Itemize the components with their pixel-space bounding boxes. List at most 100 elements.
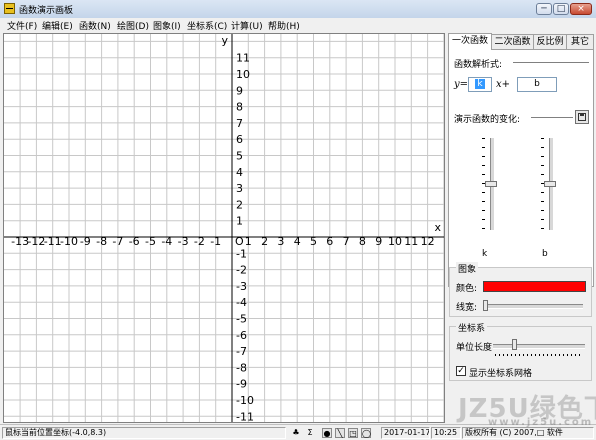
- x-tick-label: 1: [245, 235, 252, 248]
- y-tick-label: -10: [236, 394, 254, 407]
- y-tick-label: -1: [236, 247, 247, 260]
- line-color-swatch[interactable]: [483, 281, 586, 292]
- x-tick-label: -3: [178, 235, 189, 248]
- k-slider-thumb[interactable]: [485, 181, 497, 187]
- menu-image[interactable]: 图象(I): [153, 19, 181, 32]
- y-tick-label: 1: [236, 215, 243, 228]
- x-tick-label: 11: [404, 235, 418, 248]
- x-tick-label: 3: [277, 235, 284, 248]
- mouse-coords-status: 鼠标当前位置坐标(-4.0,8.3): [2, 427, 286, 439]
- menu-help[interactable]: 帮助(H): [268, 19, 300, 32]
- k-input-value: k: [475, 79, 485, 89]
- x-tick-label: 5: [310, 235, 317, 248]
- y-tick-label: 3: [236, 182, 243, 195]
- tab-linear[interactable]: 一次函数: [448, 33, 492, 50]
- watermark-sub: www.jz5u.com: [488, 417, 594, 428]
- y-tick-label: 6: [236, 133, 243, 146]
- y-tick-label: -8: [236, 361, 247, 374]
- image-group: 图象 颜色: 线宽:: [449, 262, 592, 317]
- y-tick-label: -6: [236, 329, 247, 342]
- k-input[interactable]: k: [468, 77, 492, 92]
- app-icon: [4, 3, 15, 14]
- x-tick-label: 4: [294, 235, 301, 248]
- menu-function[interactable]: 函数(N): [79, 19, 111, 32]
- y-tick-label: -5: [236, 313, 247, 326]
- line-width-slider[interactable]: [483, 304, 583, 309]
- x-tick-label: 7: [343, 235, 350, 248]
- x-tick-label: 2: [261, 235, 268, 248]
- minimize-button[interactable]: ─: [536, 3, 552, 15]
- b-input[interactable]: b: [517, 77, 557, 92]
- menu-calculate[interactable]: 计算(U): [231, 19, 263, 32]
- y-tick-label: 9: [236, 84, 243, 97]
- line-width-label: 线宽:: [456, 303, 478, 313]
- point-icon[interactable]: ●: [322, 428, 332, 438]
- color-label: 颜色:: [456, 284, 478, 294]
- tab-other[interactable]: 其它: [566, 34, 594, 49]
- save-icon[interactable]: [575, 110, 589, 124]
- x-tick-label: -1: [210, 235, 221, 248]
- b-slider-thumb[interactable]: [544, 181, 556, 187]
- coordinate-grid[interactable]: -13-12-11-10 -9 -8 -7 -6 -5 -4 -3 -2 -1 1 2 3 4 5 6 7 8 9 1…: [4, 34, 444, 422]
- x-tick-label: -5: [145, 235, 156, 248]
- x-tick-label: -9: [80, 235, 91, 248]
- sigma-icon[interactable]: Σ: [305, 428, 315, 438]
- x-tick-label: -13: [11, 235, 29, 248]
- x-tick-label: -11: [44, 235, 62, 248]
- origin-label: O: [235, 235, 244, 248]
- show-grid-checkbox[interactable]: ✓: [456, 366, 466, 376]
- clubs-icon[interactable]: ♣: [291, 428, 301, 438]
- control-panel: 一次函数 二次函数 反比例 其它 函数解析式: y= k x+ b 演示函数的变…: [448, 33, 594, 423]
- y-tick-label: -11: [236, 410, 254, 422]
- coordinate-group-title: 坐标系: [456, 321, 488, 334]
- y-tick-label: -7: [236, 345, 247, 358]
- show-grid-label: 显示坐标系网格: [469, 369, 533, 379]
- copyright-status: 版权所有 (C) 2007,□ 软件: [462, 427, 594, 439]
- demo-label: 演示函数的变化:: [454, 115, 521, 125]
- function-tabs: 一次函数 二次函数 反比例 其它: [448, 33, 594, 50]
- x-tick-label: -12: [27, 235, 45, 248]
- watermark-logo: JZ5U绿色下载 www.jz5u.com: [458, 388, 596, 428]
- unit-length-slider[interactable]: [493, 344, 585, 349]
- date-status: 2017-01-17: [381, 427, 430, 439]
- unit-length-thumb[interactable]: [512, 339, 517, 350]
- tab-inverse[interactable]: 反比例: [533, 34, 567, 49]
- close-button[interactable]: ×: [570, 3, 592, 15]
- menu-draw[interactable]: 绘图(D): [117, 19, 149, 32]
- y-tick-label: 8: [236, 101, 243, 114]
- y-tick-label: -4: [236, 296, 247, 309]
- circle-icon[interactable]: ◯: [361, 428, 371, 438]
- menu-coordinate[interactable]: 坐标系(C): [187, 19, 227, 32]
- formula-label: 函数解析式:: [454, 60, 503, 70]
- window-title: 函数演示画板: [19, 6, 74, 16]
- linear-function-panel: 函数解析式: y= k x+ b 演示函数的变化: k b: [448, 49, 594, 287]
- image-group-title: 图象: [456, 262, 479, 275]
- line-width-thumb[interactable]: [483, 300, 488, 311]
- x-tick-label: 10: [388, 235, 402, 248]
- x-tick-label: 6: [326, 235, 333, 248]
- title-bar[interactable]: 函数演示画板 ─ □ ×: [0, 0, 596, 19]
- x-tick-label: -4: [161, 235, 172, 248]
- unit-length-ticks: [495, 354, 583, 356]
- menu-edit[interactable]: 编辑(E): [42, 19, 73, 32]
- menu-file[interactable]: 文件(F): [7, 19, 37, 32]
- coordinate-group: 坐标系 单位长度 ✓ 显示坐标系网格: [449, 321, 592, 381]
- area-icon[interactable]: ◳: [348, 428, 358, 438]
- y-tick-label: 4: [236, 166, 243, 179]
- divider: [531, 117, 573, 118]
- y-tick-label: -9: [236, 378, 247, 391]
- line-icon[interactable]: ╲: [335, 428, 345, 438]
- divider: [513, 62, 589, 63]
- y-equals-label: y=: [454, 79, 469, 90]
- tab-quadratic[interactable]: 二次函数: [491, 34, 534, 49]
- x-tick-label: -8: [96, 235, 107, 248]
- x-tick-label: -2: [194, 235, 205, 248]
- y-tick-label: 5: [236, 150, 243, 163]
- y-tick-label: 2: [236, 198, 243, 211]
- maximize-button[interactable]: □: [553, 3, 569, 15]
- app-window: 函数演示画板 ─ □ × 文件(F) 编辑(E) 函数(N) 绘图(D) 图象(…: [0, 0, 596, 440]
- y-axis-label: y: [221, 34, 228, 47]
- x-tick-label: 12: [421, 235, 435, 248]
- menu-bar: 文件(F) 编辑(E) 函数(N) 绘图(D) 图象(I) 坐标系(C) 计算(…: [0, 18, 596, 32]
- coordinate-plane[interactable]: -13 -12 -11 -10 -9 -8 -7 -6 -5 -4 -3 -2 -1 1 2 3 4 5 6 7 8 9 1…: [3, 33, 445, 423]
